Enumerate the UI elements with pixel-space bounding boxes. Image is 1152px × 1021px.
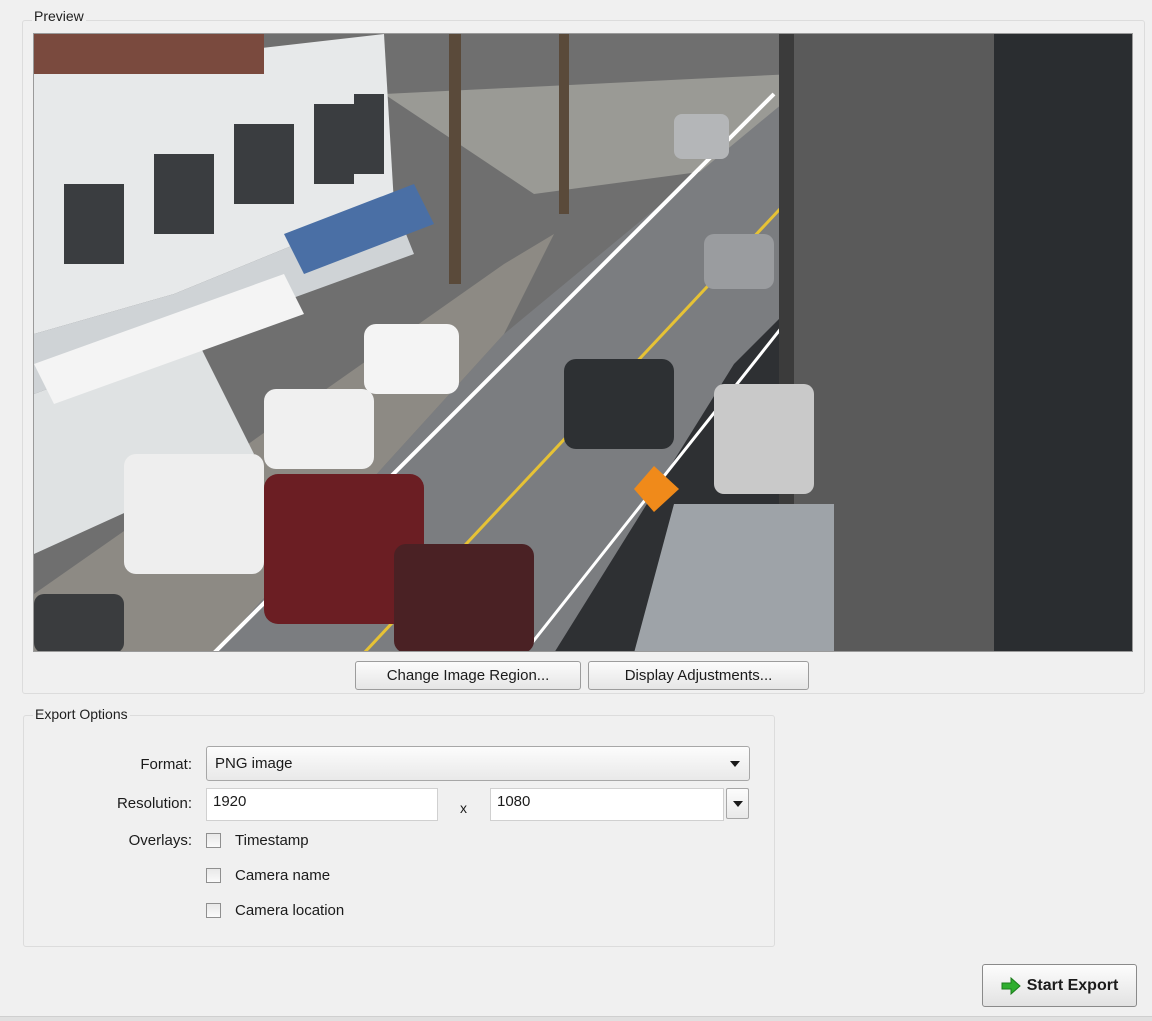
- change-image-region-button[interactable]: Change Image Region...: [355, 661, 581, 690]
- overlays-label: Overlays:: [128, 832, 192, 849]
- start-export-label: Start Export: [1026, 976, 1119, 994]
- chevron-down-icon: [730, 761, 740, 767]
- timestamp-overlay-checkbox[interactable]: Timestamp: [206, 832, 309, 849]
- bottom-divider: [0, 1016, 1152, 1021]
- resolution-label: Resolution:: [116, 795, 192, 812]
- format-select-value: PNG image: [215, 755, 293, 772]
- resolution-preset-dropdown[interactable]: [726, 788, 749, 819]
- format-select[interactable]: PNG image: [206, 746, 750, 781]
- checkbox-box[interactable]: [206, 868, 221, 883]
- resolution-separator: x: [460, 800, 467, 816]
- display-adjustments-button[interactable]: Display Adjustments...: [588, 661, 809, 690]
- checkbox-label: Camera location: [235, 902, 345, 919]
- checkbox-label: Camera name: [235, 867, 331, 884]
- checkbox-label: Timestamp: [235, 832, 309, 849]
- checkbox-box[interactable]: [206, 833, 221, 848]
- camera-location-overlay-checkbox[interactable]: Camera location: [206, 902, 344, 919]
- camera-preview-image: [33, 33, 1133, 652]
- export-options-group-label: Export Options: [33, 706, 130, 722]
- chevron-down-icon: [733, 801, 743, 807]
- format-label: Format:: [140, 756, 192, 773]
- resolution-width-input[interactable]: 1920: [206, 788, 438, 821]
- arrow-right-icon: [1001, 976, 1021, 995]
- preview-group-label: Preview: [32, 8, 86, 24]
- camera-name-overlay-checkbox[interactable]: Camera name: [206, 867, 330, 884]
- checkbox-box[interactable]: [206, 903, 221, 918]
- resolution-height-input[interactable]: 1080: [490, 788, 724, 821]
- start-export-button[interactable]: Start Export: [982, 964, 1137, 1007]
